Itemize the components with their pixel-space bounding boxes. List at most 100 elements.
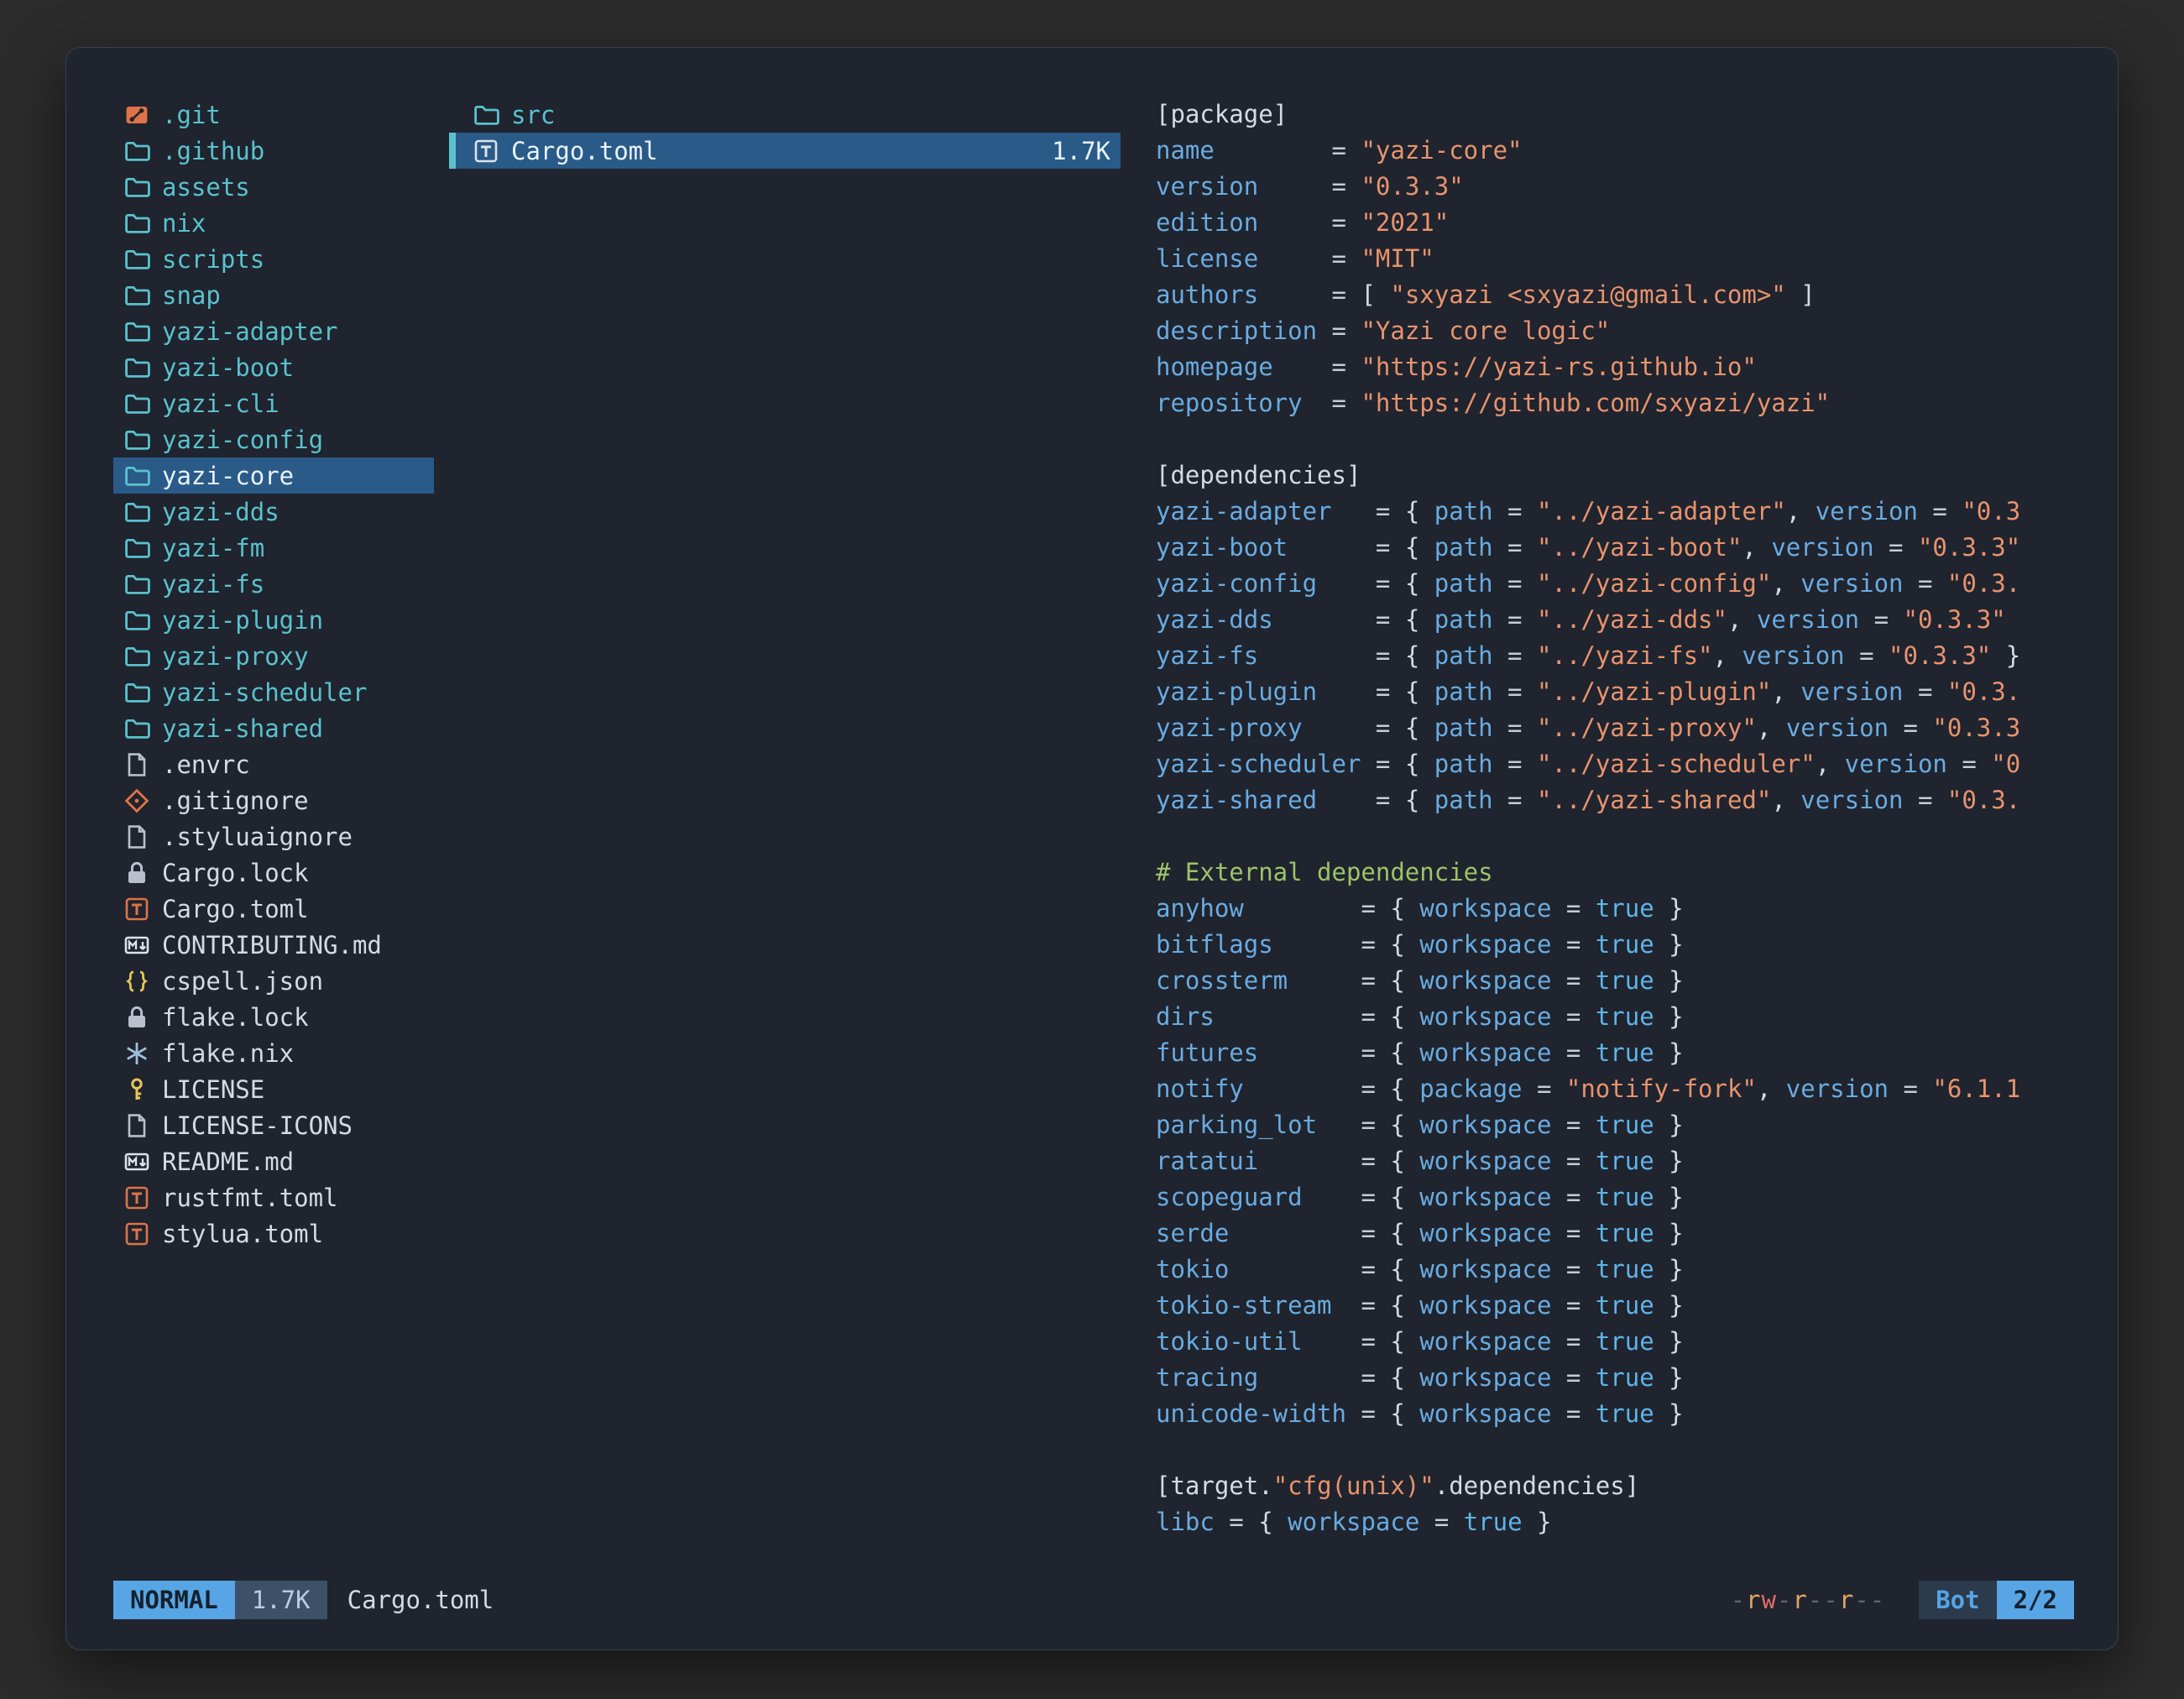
preview-line: version = "0.3.3": [1156, 169, 2074, 205]
preview-line: scopeguard = { workspace = true }: [1156, 1179, 2074, 1215]
file-item-.envrc[interactable]: .envrc: [113, 746, 434, 782]
preview-line: [1156, 1432, 2074, 1468]
folder-icon: [123, 174, 150, 201]
file-item-LICENSE[interactable]: LICENSE: [113, 1071, 434, 1107]
preview-line: anyhow = { workspace = true }: [1156, 891, 2074, 927]
preview-line: tokio-stream = { workspace = true }: [1156, 1288, 2074, 1324]
preview-line: yazi-boot = { path = "../yazi-boot", ver…: [1156, 530, 2074, 566]
item-label: .gitignore: [162, 787, 309, 815]
dir-item-.github[interactable]: .github: [113, 133, 434, 169]
preview-line: # External dependencies: [1156, 855, 2074, 891]
item-label: src: [511, 101, 555, 129]
dir-item-yazi-fm[interactable]: yazi-fm: [113, 530, 434, 566]
preview-line: bitflags = { workspace = true }: [1156, 927, 2074, 963]
item-label: cspell.json: [162, 967, 323, 996]
file-item-Cargo.lock[interactable]: Cargo.lock: [113, 855, 434, 891]
file-item-README.md[interactable]: README.md: [113, 1143, 434, 1179]
dir-item-yazi-cli[interactable]: yazi-cli: [113, 385, 434, 421]
preview-line: yazi-adapter = { path = "../yazi-adapter…: [1156, 494, 2074, 530]
toml-icon: [473, 138, 499, 165]
file-size-badge: 1.7K: [235, 1581, 327, 1619]
item-size: 1.7K: [1052, 137, 1110, 165]
item-label: yazi-plugin: [162, 606, 323, 635]
item-label: yazi-dds: [162, 498, 280, 526]
item-label: LICENSE-ICONS: [162, 1111, 353, 1140]
preview-line: [1156, 421, 2074, 457]
preview-line: yazi-scheduler = { path = "../yazi-sched…: [1156, 746, 2074, 782]
preview-line: unicode-width = { workspace = true }: [1156, 1396, 2074, 1432]
file-item-flake.nix[interactable]: flake.nix: [113, 1035, 434, 1071]
file-item-LICENSE-ICONS[interactable]: LICENSE-ICONS: [113, 1107, 434, 1143]
key-icon: [123, 1076, 150, 1103]
status-filename: Cargo.toml: [347, 1586, 494, 1614]
preview-line: edition = "2021": [1156, 205, 2074, 241]
status-bar-right: -rw-r--r-- Bot 2/2: [1731, 1581, 2074, 1619]
scroll-position-label: Bot: [1919, 1581, 1996, 1619]
item-label: scripts: [162, 245, 264, 274]
preview-line: libc = { workspace = true }: [1156, 1504, 2074, 1540]
folder-icon: [123, 679, 150, 706]
dir-item-yazi-dds[interactable]: yazi-dds: [113, 494, 434, 530]
item-label: yazi-fs: [162, 570, 264, 599]
dir-item-yazi-fs[interactable]: yazi-fs: [113, 566, 434, 602]
item-label: Cargo.toml: [162, 895, 309, 923]
preview-line: homepage = "https://yazi-rs.github.io": [1156, 349, 2074, 385]
dir-item-nix[interactable]: nix: [113, 205, 434, 241]
snowflake-icon: [123, 1040, 150, 1067]
lock-icon: [123, 860, 150, 886]
braces-icon: [123, 968, 150, 995]
preview-line: yazi-config = { path = "../yazi-config",…: [1156, 566, 2074, 602]
dir-item-yazi-core[interactable]: yazi-core: [113, 457, 434, 494]
item-label: yazi-boot: [162, 353, 294, 382]
terminal-window: .git.githubassets nix scripts snap yazi-adap…: [65, 47, 2119, 1650]
item-label: rustfmt.toml: [162, 1184, 338, 1212]
folder-icon: [123, 715, 150, 742]
dir-item-yazi-scheduler[interactable]: yazi-scheduler: [113, 674, 434, 710]
dir-item-yazi-adapter[interactable]: yazi-adapter: [113, 313, 434, 349]
file-item-rustfmt.toml[interactable]: rustfmt.toml: [113, 1179, 434, 1215]
dir-item-scripts[interactable]: scripts: [113, 241, 434, 277]
preview-line: yazi-plugin = { path = "../yazi-plugin",…: [1156, 674, 2074, 710]
file-item-Cargo.toml[interactable]: Cargo.toml: [113, 891, 434, 927]
item-label: yazi-shared: [162, 714, 323, 743]
item-label: yazi-core: [162, 462, 294, 490]
dir-item-yazi-proxy[interactable]: yazi-proxy: [113, 638, 434, 674]
dir-item-src[interactable]: src: [449, 97, 1121, 133]
item-label: Cargo.lock: [162, 859, 309, 887]
file-item-CONTRIBUTING.md[interactable]: CONTRIBUTING.md: [113, 927, 434, 963]
dir-item-yazi-boot[interactable]: yazi-boot: [113, 349, 434, 385]
item-label: flake.lock: [162, 1003, 309, 1032]
file-icon: [123, 1112, 150, 1139]
parent-pane: .git.githubassets nix scripts snap yazi-adap…: [113, 97, 434, 1571]
folder-icon: [123, 463, 150, 489]
git-folder-icon: [123, 102, 150, 128]
file-item-cspell.json[interactable]: cspell.json: [113, 963, 434, 999]
preview-line: notify = { package = "notify-fork", vers…: [1156, 1071, 2074, 1107]
dir-item-yazi-shared[interactable]: yazi-shared: [113, 710, 434, 746]
dir-item-yazi-config[interactable]: yazi-config: [113, 421, 434, 457]
file-item-.gitignore[interactable]: .gitignore: [113, 782, 434, 818]
folder-icon: [123, 210, 150, 237]
toml-icon: [123, 896, 150, 923]
folder-icon: [123, 138, 150, 165]
preview-line: [dependencies]: [1156, 457, 2074, 494]
lock-icon: [123, 1004, 150, 1031]
preview-line: yazi-shared = { path = "../yazi-shared",…: [1156, 782, 2074, 818]
item-label: snap: [162, 281, 221, 310]
folder-icon: [123, 643, 150, 670]
file-item-.styluaignore[interactable]: .styluaignore: [113, 818, 434, 855]
file-item-stylua.toml[interactable]: stylua.toml: [113, 1215, 434, 1252]
preview-line: yazi-dds = { path = "../yazi-dds", versi…: [1156, 602, 2074, 638]
preview-pane: [package]name = "yazi-core"version = "0.…: [1156, 97, 2074, 1571]
folder-icon: [473, 102, 499, 128]
file-item-Cargo.toml[interactable]: Cargo.toml1.7K: [449, 133, 1121, 169]
preview-line: [target."cfg(unix)".dependencies]: [1156, 1468, 2074, 1504]
dir-item-yazi-plugin[interactable]: yazi-plugin: [113, 602, 434, 638]
dir-item-.git[interactable]: .git: [113, 97, 434, 133]
file-item-flake.lock[interactable]: flake.lock: [113, 999, 434, 1035]
dir-item-snap[interactable]: snap: [113, 277, 434, 313]
dir-item-assets[interactable]: assets: [113, 169, 434, 205]
folder-icon: [123, 607, 150, 634]
preview-line: description = "Yazi core logic": [1156, 313, 2074, 349]
item-label: nix: [162, 209, 206, 238]
